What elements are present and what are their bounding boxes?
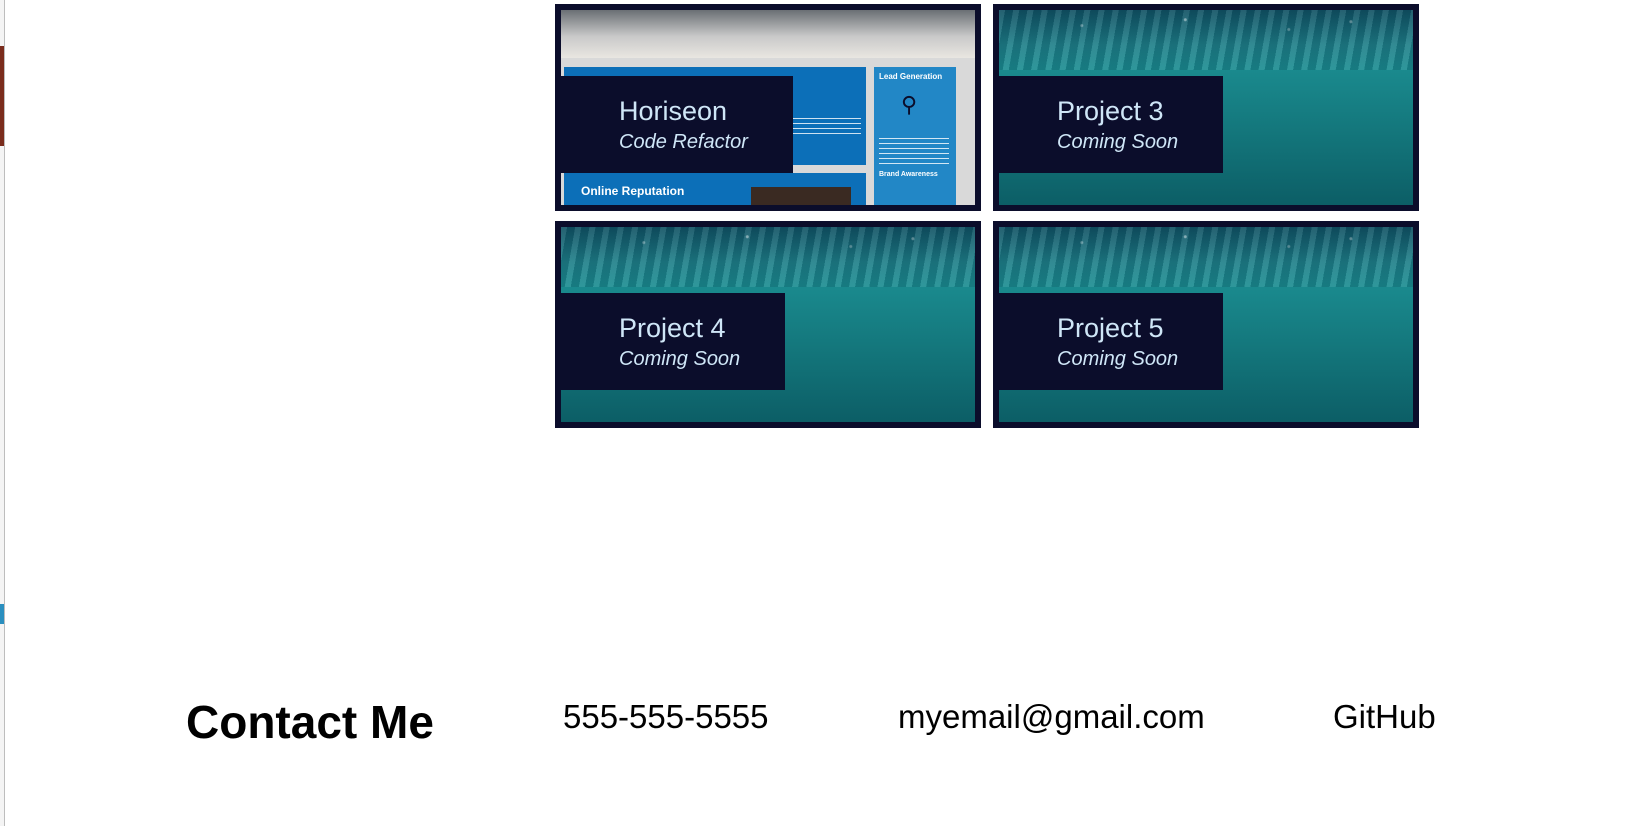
contact-heading: Contact Me (186, 696, 434, 748)
project-subtitle: Coming Soon (619, 348, 741, 370)
project-title: Project 4 (619, 313, 726, 343)
project-subtitle: Coming Soon (1057, 348, 1179, 370)
email-link[interactable]: myemail@gmail.com (898, 697, 1205, 737)
project-label: Project 3 Coming Soon (999, 76, 1223, 173)
preview-brand-text: Brand Awareness (879, 171, 938, 178)
project-card-4[interactable]: Project 4 Coming Soon (555, 221, 981, 428)
github-link[interactable]: GitHub (1333, 697, 1436, 737)
phone-link[interactable]: 555-555-5555 (563, 697, 769, 737)
edge-image-fragment (0, 604, 4, 624)
project-label: Project 4 Coming Soon (561, 293, 785, 390)
edge-image-fragment (0, 46, 4, 146)
project-title: Project 5 (1057, 313, 1164, 343)
project-card-3[interactable]: Project 3 Coming Soon (993, 4, 1419, 211)
preview-online-text: Online Reputation (581, 184, 685, 198)
project-title: Horiseon (619, 96, 728, 126)
project-card-5[interactable]: Project 5 Coming Soon (993, 221, 1419, 428)
project-card-horiseon[interactable]: Lead Generation ⚲ Brand Awareness Online… (555, 4, 981, 211)
project-label: Project 5 Coming Soon (999, 293, 1223, 390)
project-subtitle: Code Refactor (619, 131, 748, 153)
project-label: Horiseon Code Refactor (561, 76, 793, 173)
lightbulb-icon: ⚲ (901, 92, 918, 117)
project-title: Project 3 (1057, 96, 1164, 126)
project-grid: Lead Generation ⚲ Brand Awareness Online… (555, 4, 1421, 432)
project-subtitle: Coming Soon (1057, 131, 1179, 153)
preview-lead-text: Lead Generation (879, 72, 943, 81)
